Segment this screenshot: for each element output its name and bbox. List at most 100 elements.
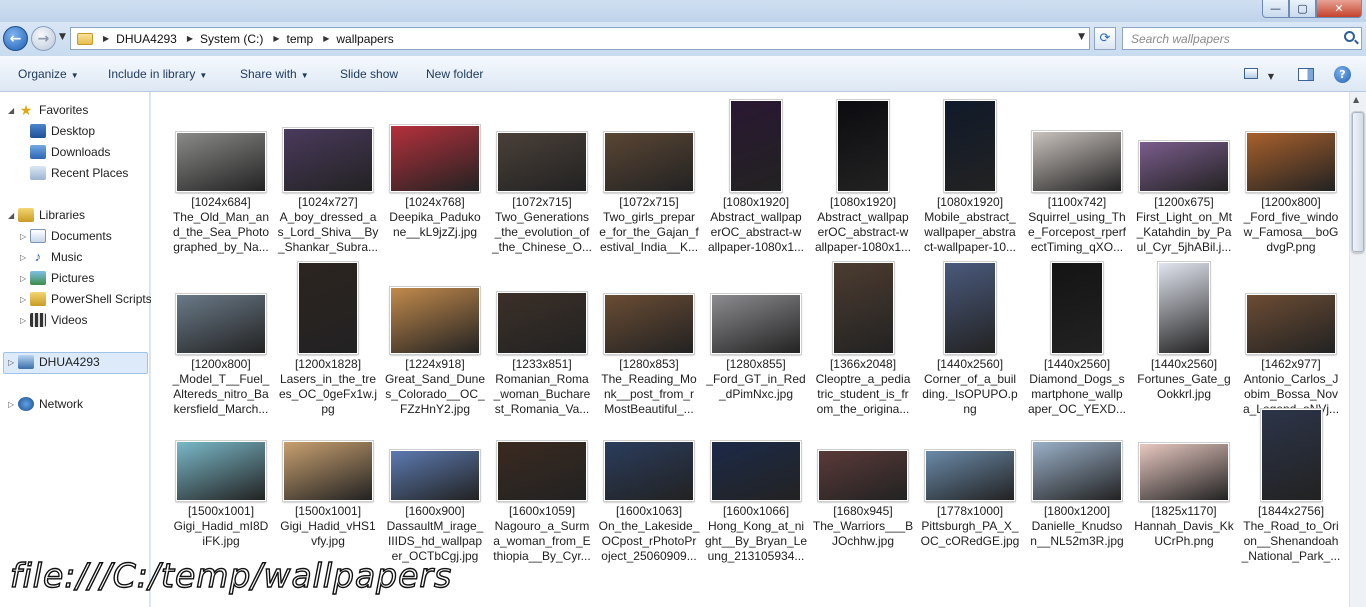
file-name-label[interactable]: [1600x1059] Nagouro_a_Surm a_woman_from_…	[488, 504, 596, 564]
file-name-label[interactable]: [1462x977] Antonio_Carlos_J obim_Bossa_N…	[1237, 357, 1345, 417]
collapse-triangle-icon[interactable]: ▷	[20, 295, 30, 304]
refresh-button[interactable]: ⟳	[1094, 27, 1116, 50]
file-thumbnail[interactable]	[496, 131, 588, 193]
file-thumbnail[interactable]	[710, 293, 802, 355]
nav-recent-places[interactable]: Recent Places	[30, 166, 128, 180]
file-thumbnail[interactable]	[817, 449, 909, 502]
file-name-label[interactable]: [1024x727] A_boy_dressed_a s_Lord_Shiva_…	[274, 195, 382, 255]
nav-pictures[interactable]: ▷ Pictures	[20, 271, 94, 285]
nav-videos[interactable]: ▷ Videos	[20, 313, 87, 327]
file-name-label[interactable]: [1825x1170] Hannah_Davis_Kk UCrPh.png	[1130, 504, 1238, 549]
breadcrumb-separator-icon[interactable]: ▶	[273, 34, 279, 43]
file-thumbnail[interactable]	[1259, 408, 1323, 502]
file-thumbnail[interactable]	[496, 440, 588, 502]
search-input[interactable]: Search wallpapers	[1122, 27, 1362, 50]
search-icon[interactable]	[1344, 31, 1355, 42]
file-thumbnail[interactable]	[1050, 261, 1104, 355]
file-name-label[interactable]: [1233x851] Romanian_Roma _woman_Buchare …	[488, 357, 596, 417]
file-thumbnail[interactable]	[496, 291, 588, 355]
breadcrumb-separator-icon[interactable]: ▶	[103, 34, 109, 43]
file-thumbnail[interactable]	[943, 261, 997, 355]
expand-triangle-icon[interactable]: ◢	[8, 211, 18, 220]
file-thumbnail[interactable]	[175, 440, 267, 502]
file-thumbnail[interactable]	[924, 449, 1016, 502]
file-thumbnail[interactable]	[836, 99, 890, 193]
file-name-label[interactable]: [1600x1066] Hong_Kong_at_ni ght__By_Brya…	[702, 504, 810, 564]
file-name-label[interactable]: [1200x675] First_Light_on_Mt _Katahdin_b…	[1130, 195, 1238, 255]
file-name-label[interactable]: [1440x2560] Diamond_Dogs_s martphone_wal…	[1023, 357, 1131, 417]
collapse-triangle-icon[interactable]: ▷	[20, 232, 30, 241]
file-name-label[interactable]: [1100x742] Squirrel_using_Th e_Forcepost…	[1023, 195, 1131, 255]
file-thumbnail[interactable]	[389, 449, 481, 502]
file-thumbnail[interactable]	[831, 261, 895, 355]
file-name-label[interactable]: [1200x800] _Ford_five_windo w_Famosa__bo…	[1237, 195, 1345, 255]
file-name-label[interactable]: [1080x1920] Mobile_abstract_ wallpaper_a…	[916, 195, 1024, 255]
back-button[interactable]: ←	[3, 26, 28, 51]
forward-button[interactable]: →	[31, 26, 56, 51]
slide-show-button[interactable]: Slide show	[340, 67, 398, 81]
file-thumbnail[interactable]	[1245, 293, 1337, 355]
collapse-triangle-icon[interactable]: ▷	[20, 316, 30, 325]
file-name-label[interactable]: [1200x1828] Lasers_in_the_tre es_OC_0geF…	[274, 357, 382, 417]
file-thumbnail[interactable]	[943, 99, 997, 193]
file-name-label[interactable]: [1224x918] Great_Sand_Dune s_Colorado__O…	[381, 357, 489, 417]
file-thumbnail[interactable]	[1138, 442, 1230, 502]
file-thumbnail[interactable]	[1138, 140, 1230, 193]
file-thumbnail[interactable]	[710, 440, 802, 502]
collapse-triangle-icon[interactable]: ▷	[20, 253, 30, 262]
file-thumbnail[interactable]	[729, 99, 783, 193]
file-thumbnail[interactable]	[175, 131, 267, 193]
preview-pane-button[interactable]	[1298, 68, 1314, 84]
nav-desktop[interactable]: Desktop	[30, 124, 95, 138]
file-thumbnail[interactable]	[297, 261, 359, 355]
file-thumbnail[interactable]	[282, 127, 374, 193]
breadcrumb-drive[interactable]: System (C:)	[200, 32, 263, 46]
file-thumbnail[interactable]	[389, 286, 481, 355]
new-folder-button[interactable]: New folder	[426, 67, 483, 81]
file-thumbnail[interactable]	[603, 440, 695, 502]
file-thumbnail[interactable]	[603, 131, 695, 193]
organize-menu[interactable]: Organize ▼	[18, 67, 79, 81]
nav-favorites[interactable]: ◢ ★ Favorites	[8, 103, 88, 117]
file-name-label[interactable]: [1024x768] Deepika_Paduko ne__kL9jzZj.jp…	[381, 195, 489, 240]
file-thumbnail[interactable]	[389, 124, 481, 193]
nav-downloads[interactable]: Downloads	[30, 145, 110, 159]
file-name-label[interactable]: [1280x855] _Ford_GT_in_Red _dPimNxc.jpg	[702, 357, 810, 402]
change-view-button[interactable]: ▼	[1244, 68, 1274, 82]
nav-libraries[interactable]: ◢ Libraries	[8, 208, 85, 222]
address-bar[interactable]: ▶ DHUA4293 ▶ System (C:) ▶ temp ▶ wallpa…	[70, 27, 1090, 50]
breadcrumb-separator-icon[interactable]: ▶	[187, 34, 193, 43]
file-name-label[interactable]: [1440x2560] Corner_of_a_buil ding._IsOPU…	[916, 357, 1024, 417]
file-thumbnail[interactable]	[1245, 131, 1337, 193]
close-button[interactable]: ✕	[1316, 0, 1362, 18]
expand-triangle-icon[interactable]: ◢	[8, 106, 18, 115]
file-name-label[interactable]: [1366x2048] Cleoptre_a_pedia tric_studen…	[809, 357, 917, 417]
file-name-label[interactable]: [1680x945] The_Warriors___B JOchhw.jpg	[809, 504, 917, 549]
file-name-label[interactable]: [1080x1920] Abstract_wallpap erOC_abstra…	[702, 195, 810, 255]
file-thumbnail[interactable]	[282, 440, 374, 502]
file-name-label[interactable]: [1844x2756] The_Road_to_Ori on__Shenando…	[1237, 504, 1345, 564]
help-button[interactable]: ?	[1334, 66, 1351, 83]
file-name-label[interactable]: [1280x853] The_Reading_Mo nk__post_from_…	[595, 357, 703, 417]
file-name-label[interactable]: [1440x2560] Fortunes_Gate_g Ookkrl.jpg	[1130, 357, 1238, 402]
file-thumbnail[interactable]	[1157, 261, 1211, 355]
file-thumbnail[interactable]	[603, 293, 695, 355]
vertical-scrollbar[interactable]: ▲	[1349, 92, 1366, 607]
file-name-label[interactable]: [1072x715] Two_Generations _the_evolutio…	[488, 195, 596, 255]
file-name-label[interactable]: [1600x900] DassaultM_irage_ IIIDS_hd_wal…	[381, 504, 489, 564]
file-name-label[interactable]: [1080x1920] Abstract_wallpap erOC_abstra…	[809, 195, 917, 255]
file-name-label[interactable]: [1500x1001] Gigi_Hadid_mI8D iFK.jpg	[167, 504, 275, 549]
collapse-triangle-icon[interactable]: ▷	[8, 358, 18, 367]
file-name-label[interactable]: [1500x1001] Gigi_Hadid_vHS1 vfy.jpg	[274, 504, 382, 549]
breadcrumb-wallpapers[interactable]: wallpapers	[336, 32, 393, 46]
recent-pages-dropdown[interactable]: ▼	[59, 32, 66, 42]
maximize-button[interactable]: ▢	[1289, 0, 1316, 18]
nav-powershell-scripts[interactable]: ▷ PowerShell Scripts	[20, 292, 152, 306]
include-in-library-menu[interactable]: Include in library ▼	[108, 67, 207, 81]
address-dropdown-icon[interactable]: ▼	[1078, 32, 1085, 42]
share-with-menu[interactable]: Share with ▼	[240, 67, 309, 81]
file-name-label[interactable]: [1800x1200] Danielle_Knudso n__NL52m3R.j…	[1023, 504, 1131, 549]
scroll-up-icon[interactable]: ▲	[1353, 95, 1359, 104]
scrollbar-thumb[interactable]	[1351, 111, 1365, 253]
file-name-label[interactable]: [1200x800] _Model_T__Fuel_ Altereds_nitr…	[167, 357, 275, 417]
